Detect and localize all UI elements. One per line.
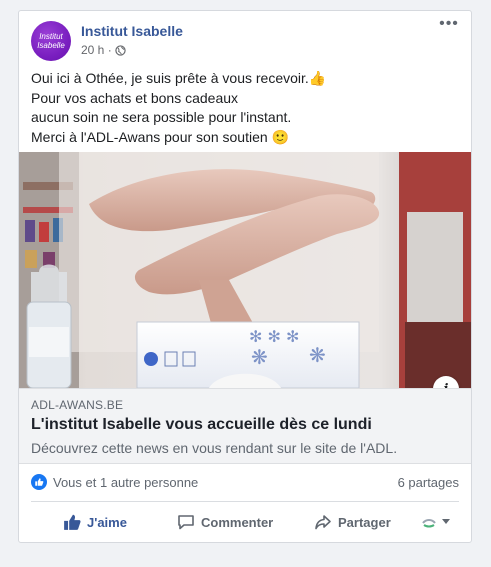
globe-icon — [115, 44, 126, 56]
link-title[interactable]: L'institut Isabelle vous accueille dès c… — [31, 416, 372, 434]
comment-icon — [178, 515, 194, 530]
like-label: J'aime — [87, 514, 127, 530]
post-text: Oui ici à Othée, je suis prête à vous re… — [31, 69, 459, 147]
share-label: Partager — [338, 514, 391, 530]
action-bar: J'aime Commenter Partager — [19, 507, 471, 537]
link-preview-image[interactable]: ✻ ✻ ✻ ❋ ❋ i — [19, 152, 471, 388]
svg-text:❋: ❋ — [251, 345, 268, 369]
svg-text:❋: ❋ — [309, 343, 326, 367]
comment-button[interactable]: Commenter — [177, 507, 273, 537]
divider — [31, 501, 459, 502]
comment-label: Commenter — [201, 514, 274, 530]
audience-icon — [422, 519, 436, 528]
post-text-line: Pour vos achats et bons cadeaux — [31, 89, 239, 106]
like-reaction-icon[interactable] — [31, 474, 47, 490]
avatar-text-2: Isabelle — [37, 41, 65, 50]
avatar-text-1: Institut — [39, 32, 63, 41]
reactions-summary[interactable]: Vous et 1 autre personne — [53, 475, 198, 490]
link-description: Découvrez cette news en vous rendant sur… — [31, 440, 398, 456]
more-options-icon[interactable]: ••• — [437, 16, 461, 37]
shares-count[interactable]: 6 partages — [398, 475, 459, 490]
post-header: Institut Isabelle Institut Isabelle 20 h… — [31, 16, 461, 65]
like-button[interactable]: J'aime — [63, 507, 127, 537]
post-card: Institut Isabelle Institut Isabelle 20 h… — [18, 10, 472, 543]
post-time[interactable]: 20 h · — [81, 43, 112, 57]
hands-sanitizing-photo: ✻ ✻ ✻ ❋ ❋ — [19, 152, 471, 388]
post-text-line: Merci à l'ADL-Awans pour son soutien 🙂 — [31, 128, 289, 145]
audience-selector[interactable] — [421, 507, 451, 537]
post-text-line: aucun soin ne sera possible pour l'insta… — [31, 109, 292, 125]
svg-text:✻ ✻ ✻: ✻ ✻ ✻ — [249, 327, 299, 346]
post-stats: Vous et 1 autre personne 6 partages — [31, 474, 459, 494]
like-icon — [64, 514, 81, 530]
chevron-down-icon — [442, 519, 450, 524]
link-domain: ADL-AWANS.BE — [31, 398, 124, 412]
avatar[interactable]: Institut Isabelle — [31, 21, 71, 61]
link-preview[interactable]: ADL-AWANS.BE L'institut Isabelle vous ac… — [19, 388, 471, 464]
post-meta: 20 h · — [81, 43, 126, 57]
post-text-line: Oui ici à Othée, je suis prête à vous re… — [31, 70, 327, 86]
share-icon — [315, 515, 331, 530]
page-name-link[interactable]: Institut Isabelle — [81, 23, 183, 39]
share-button[interactable]: Partager — [314, 507, 391, 537]
